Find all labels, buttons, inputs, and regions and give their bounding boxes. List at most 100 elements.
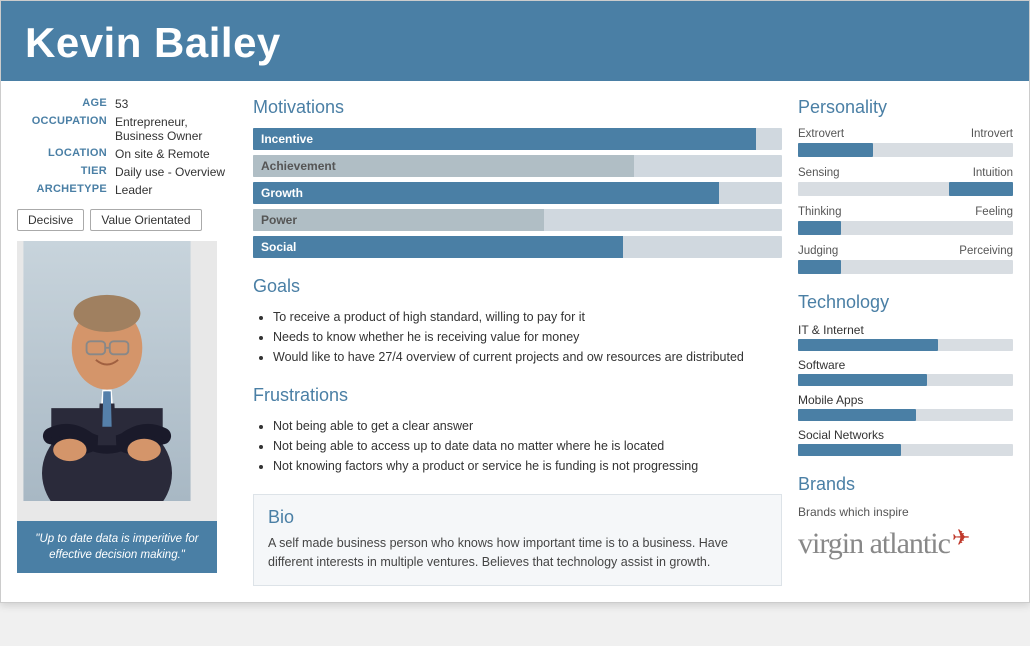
motivation-item: Incentive: [253, 128, 782, 150]
tier-row: TIER Daily use - Overview: [17, 165, 237, 179]
motivation-label: Incentive: [261, 132, 313, 146]
personality-traits: Extrovert Introvert Sensing Intuition Th…: [798, 128, 1013, 274]
technology-item: IT & Internet: [798, 323, 1013, 351]
tech-bar-fill: [798, 409, 916, 421]
personality-section: Personality Extrovert Introvert Sensing …: [798, 97, 1013, 274]
technology-item: Software: [798, 358, 1013, 386]
page-title: Kevin Bailey: [25, 19, 1005, 67]
archetype-row: ARCHETYPE Leader: [17, 183, 237, 197]
middle-column: Motivations Incentive Achievement Growth…: [253, 97, 782, 586]
trait-right-label: Perceiving: [959, 245, 1013, 257]
personality-trait: Judging Perceiving: [798, 245, 1013, 274]
trait-bar: [798, 182, 1013, 196]
personality-title: Personality: [798, 97, 1013, 118]
brands-section: Brands Brands which inspire virgin atlan…: [798, 474, 1013, 561]
frustrations-title: Frustrations: [253, 385, 782, 406]
left-column: AGE 53 OCCUPATION Entrepreneur, Business…: [17, 97, 237, 586]
age-row: AGE 53: [17, 97, 237, 111]
virgin-bird-icon: ✈: [952, 525, 970, 551]
goals-section: Goals To receive a product of high stand…: [253, 276, 782, 367]
age-label: AGE: [17, 97, 107, 111]
quote-box: "Up to date data is imperitive for effec…: [17, 521, 217, 573]
motivations-title: Motivations: [253, 97, 782, 118]
occupation-value: Entrepreneur, Business Owner: [115, 115, 237, 143]
goal-item: To receive a product of high standard, w…: [273, 307, 782, 327]
trait-bar-fill: [798, 260, 841, 274]
bio-text: A self made business person who knows ho…: [268, 534, 767, 573]
archetype-label: ARCHETYPE: [17, 183, 107, 197]
tech-bar-fill: [798, 444, 901, 456]
profile-info: AGE 53 OCCUPATION Entrepreneur, Business…: [17, 97, 237, 197]
header: Kevin Bailey: [1, 1, 1029, 81]
trait-left-label: Sensing: [798, 167, 840, 179]
tier-value: Daily use - Overview: [115, 165, 225, 179]
tech-label: Mobile Apps: [798, 393, 1013, 407]
virgin-logo: virgin atlantic ✈: [798, 527, 1013, 561]
goal-item: Would like to have 27/4 overview of curr…: [273, 347, 782, 367]
motivation-label: Social: [261, 240, 296, 254]
occupation-label: OCCUPATION: [17, 115, 107, 143]
right-column: Personality Extrovert Introvert Sensing …: [798, 97, 1013, 586]
badge-value-orientated: Value Orientated: [90, 209, 201, 231]
motivation-label: Achievement: [261, 159, 336, 173]
trait-right-label: Intuition: [973, 167, 1013, 179]
trait-right-label: Feeling: [975, 206, 1013, 218]
trait-right-label: Introvert: [971, 128, 1013, 140]
technology-items: IT & Internet Software Mobile Apps Socia…: [798, 323, 1013, 456]
badges-container: Decisive Value Orientated: [17, 209, 237, 231]
technology-item: Mobile Apps: [798, 393, 1013, 421]
tech-bar-fill: [798, 339, 938, 351]
personality-trait: Sensing Intuition: [798, 167, 1013, 196]
motivation-item: Power: [253, 209, 782, 231]
tech-bar-bg: [798, 339, 1013, 351]
avatar-image: [17, 241, 197, 501]
badge-decisive: Decisive: [17, 209, 84, 231]
tech-bar-bg: [798, 409, 1013, 421]
tech-label: Social Networks: [798, 428, 1013, 442]
personality-trait: Extrovert Introvert: [798, 128, 1013, 157]
trait-bar-fill: [949, 182, 1014, 196]
quote-text: "Up to date data is imperitive for effec…: [35, 533, 198, 561]
trait-left-label: Extrovert: [798, 128, 844, 140]
tech-bar-bg: [798, 374, 1013, 386]
tech-bar-fill: [798, 374, 927, 386]
trait-bar: [798, 221, 1013, 235]
occupation-row: OCCUPATION Entrepreneur, Business Owner: [17, 115, 237, 143]
archetype-value: Leader: [115, 183, 152, 197]
motivation-item: Achievement: [253, 155, 782, 177]
trait-left-label: Judging: [798, 245, 838, 257]
goals-list: To receive a product of high standard, w…: [253, 307, 782, 367]
location-row: LOCATION On site & Remote: [17, 147, 237, 161]
bio-section: Bio A self made business person who know…: [253, 494, 782, 586]
motivation-item: Social: [253, 236, 782, 258]
tech-label: Software: [798, 358, 1013, 372]
frustrations-section: Frustrations Not being able to get a cle…: [253, 385, 782, 476]
frustration-item: Not being able to get a clear answer: [273, 416, 782, 436]
avatar-container: [17, 241, 217, 521]
motivation-label: Growth: [261, 186, 303, 200]
location-label: LOCATION: [17, 147, 107, 161]
goals-title: Goals: [253, 276, 782, 297]
frustration-item: Not knowing factors why a product or ser…: [273, 456, 782, 476]
trait-bar: [798, 260, 1013, 274]
motivation-item: Growth: [253, 182, 782, 204]
age-value: 53: [115, 97, 128, 111]
personality-trait: Thinking Feeling: [798, 206, 1013, 235]
trait-bar-fill: [798, 221, 841, 235]
motivations-bars: Incentive Achievement Growth Power Socia…: [253, 128, 782, 258]
frustrations-list: Not being able to get a clear answer Not …: [253, 416, 782, 476]
tech-label: IT & Internet: [798, 323, 1013, 337]
technology-title: Technology: [798, 292, 1013, 313]
technology-section: Technology IT & Internet Software Mobile…: [798, 292, 1013, 456]
virgin-text: virgin atlantic: [798, 527, 950, 561]
body: AGE 53 OCCUPATION Entrepreneur, Business…: [1, 81, 1029, 602]
location-value: On site & Remote: [115, 147, 210, 161]
tier-label: TIER: [17, 165, 107, 179]
trait-left-label: Thinking: [798, 206, 841, 218]
bio-title: Bio: [268, 507, 767, 528]
brands-title: Brands: [798, 474, 1013, 495]
tech-bar-bg: [798, 444, 1013, 456]
motivations-section: Motivations Incentive Achievement Growth…: [253, 97, 782, 258]
motivation-label: Power: [261, 213, 297, 227]
trait-bar: [798, 143, 1013, 157]
